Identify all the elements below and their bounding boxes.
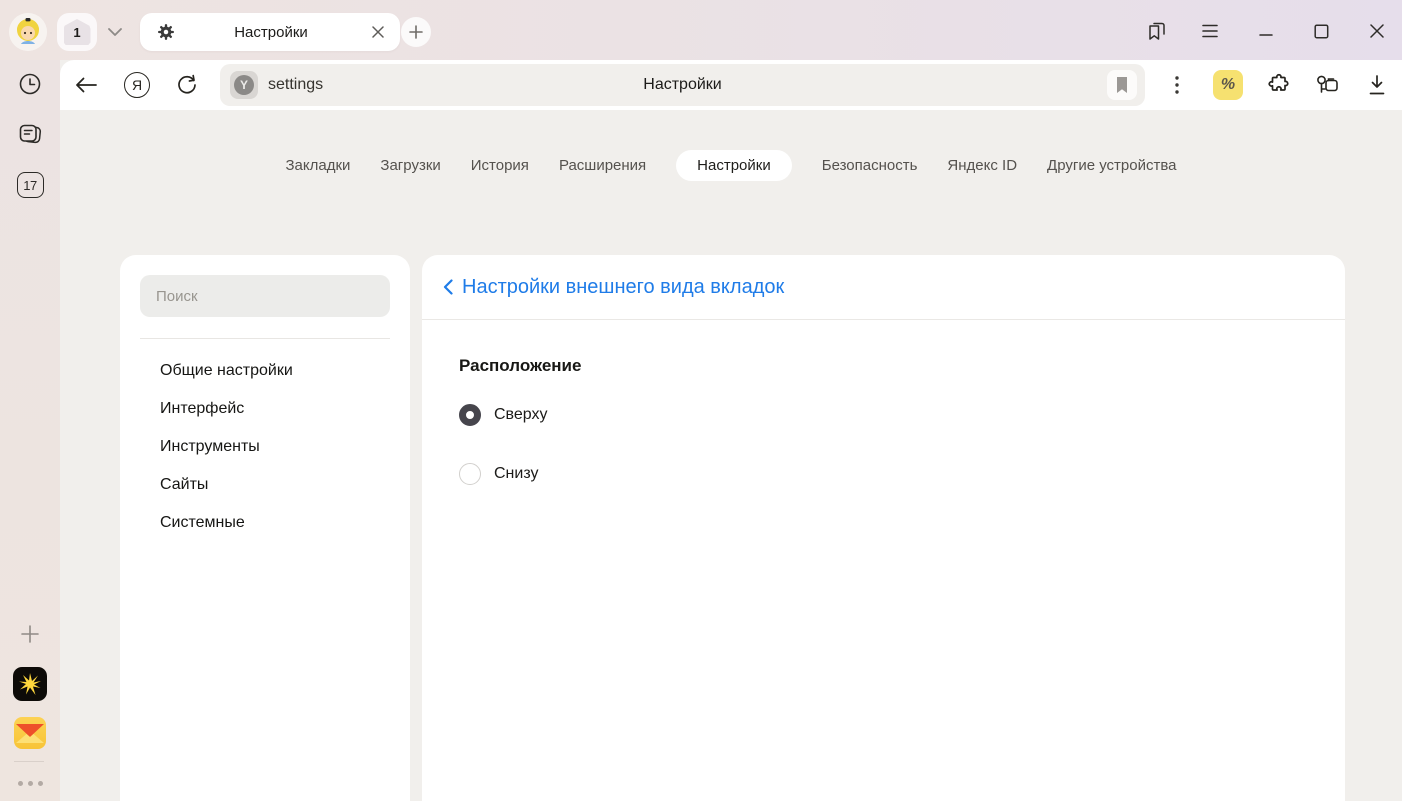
menu-item-interface[interactable]: Интерфейс — [120, 390, 410, 428]
address-bar[interactable]: Y settings Настройки — [220, 64, 1145, 106]
address-menu-button[interactable] — [1163, 71, 1191, 99]
window-minimize-button[interactable] — [1251, 16, 1281, 46]
tab-manager-rail-button[interactable]: 17 — [13, 168, 47, 202]
radio-top-control[interactable] — [459, 404, 481, 426]
refresh-icon — [175, 73, 199, 97]
hamburger-menu-icon — [1201, 24, 1219, 38]
browser-surface: Я Y settings Настройки — [60, 60, 1402, 801]
detail-title: Настройки внешнего вида вкладок — [462, 276, 784, 299]
settings-detail-card: Настройки внешнего вида вкладок Располож… — [422, 255, 1345, 801]
radio-bottom-label: Снизу — [494, 465, 538, 483]
radio-option-top[interactable]: Сверху — [459, 395, 1345, 435]
bookmark-flag-icon — [1114, 76, 1130, 94]
window-chrome: 1 Настройки — [0, 0, 1402, 60]
nav-security[interactable]: Безопасность — [822, 150, 918, 181]
profile-avatar[interactable] — [9, 13, 47, 51]
clock-icon — [17, 71, 43, 97]
back-button[interactable] — [72, 71, 100, 99]
tab-counter-button[interactable]: 1 — [57, 13, 97, 51]
promo-deals-button[interactable]: % — [1213, 70, 1243, 100]
settings-nav: Закладки Загрузки История Расширения Нас… — [60, 150, 1402, 181]
maximize-icon — [1314, 24, 1329, 39]
nav-settings[interactable]: Настройки — [676, 150, 792, 181]
plus-icon — [409, 25, 423, 39]
bookmarks-panel-icon — [1145, 19, 1169, 43]
spark-app-icon — [13, 667, 47, 701]
menu-item-system[interactable]: Системные — [120, 504, 410, 542]
nav-bookmarks[interactable]: Закладки — [285, 150, 350, 181]
radio-top-label: Сверху — [494, 406, 548, 424]
tab-close-icon[interactable] — [366, 20, 390, 44]
passwords-button[interactable] — [1313, 71, 1341, 99]
settings-page: Закладки Загрузки История Расширения Нас… — [60, 110, 1402, 801]
new-tab-button[interactable] — [401, 17, 431, 47]
radio-bottom-control[interactable] — [459, 463, 481, 485]
minimize-icon — [1259, 24, 1273, 38]
browser-menu-button[interactable] — [1195, 16, 1225, 46]
yandex-logo-icon: Я — [124, 72, 150, 98]
notes-rail-button[interactable] — [13, 117, 47, 151]
nav-other-devices[interactable]: Другие устройства — [1047, 150, 1176, 181]
close-icon — [1370, 24, 1384, 38]
history-rail-button[interactable] — [13, 67, 47, 101]
chevron-left-icon — [443, 279, 453, 295]
sidebar-divider — [140, 338, 390, 339]
settings-search-input[interactable] — [156, 288, 374, 305]
ellipsis-icon — [18, 781, 43, 786]
menu-item-sites[interactable]: Сайты — [120, 466, 410, 504]
key-card-icon — [1314, 73, 1340, 97]
page-title: Настройки — [220, 64, 1145, 106]
tab-list-chevron-button[interactable] — [99, 13, 131, 51]
settings-sidebar-card: Общие настройки Интерфейс Инструменты Са… — [120, 255, 410, 801]
mail-icon — [13, 716, 47, 750]
kebab-menu-icon — [1175, 76, 1179, 94]
yandex-spark-app-button[interactable] — [13, 667, 47, 701]
sidebar-rail: 17 — [0, 60, 60, 801]
rail-more-button[interactable] — [13, 766, 47, 800]
chevron-down-icon — [108, 28, 122, 36]
nav-history[interactable]: История — [471, 150, 529, 181]
add-panel-button[interactable] — [13, 617, 47, 651]
open-tabs-count-badge: 17 — [17, 172, 44, 198]
nav-downloads[interactable]: Загрузки — [380, 150, 440, 181]
menu-item-general[interactable]: Общие настройки — [120, 352, 410, 390]
window-maximize-button[interactable] — [1306, 16, 1336, 46]
nav-yandex-id[interactable]: Яндекс ID — [947, 150, 1017, 181]
tab-title: Настройки — [176, 24, 366, 41]
extensions-button[interactable] — [1263, 71, 1291, 99]
percent-icon: % — [1221, 76, 1235, 94]
downloads-button[interactable] — [1363, 71, 1391, 99]
puzzle-piece-icon — [1265, 73, 1289, 97]
yandex-home-button[interactable]: Я — [123, 71, 151, 99]
browser-tab-settings[interactable]: Настройки — [140, 13, 400, 51]
window-close-button[interactable] — [1362, 16, 1392, 46]
refresh-button[interactable] — [173, 71, 201, 99]
section-title: Расположение — [459, 356, 1345, 376]
plus-icon — [20, 624, 40, 644]
settings-search[interactable] — [140, 275, 390, 317]
detail-body: Расположение Сверху Снизу — [422, 320, 1345, 494]
settings-section-menu: Общие настройки Интерфейс Инструменты Са… — [120, 352, 410, 542]
avatar-girl-icon — [9, 13, 47, 51]
nav-extensions[interactable]: Расширения — [559, 150, 646, 181]
radio-option-bottom[interactable]: Снизу — [459, 454, 1345, 494]
tab-counter-badge: 1 — [64, 19, 91, 45]
gear-icon — [156, 22, 176, 42]
notes-icon — [16, 120, 44, 148]
arrow-left-icon — [75, 77, 97, 93]
bookmark-button[interactable] — [1107, 70, 1137, 100]
menu-item-tools[interactable]: Инструменты — [120, 428, 410, 466]
toolbar: Я Y settings Настройки — [60, 60, 1402, 110]
bookmarks-panel-button[interactable] — [1142, 16, 1172, 46]
rail-divider — [14, 761, 44, 762]
detail-header-back[interactable]: Настройки внешнего вида вкладок — [422, 255, 1345, 320]
download-icon — [1366, 74, 1388, 96]
yandex-mail-app-button[interactable] — [13, 716, 47, 750]
